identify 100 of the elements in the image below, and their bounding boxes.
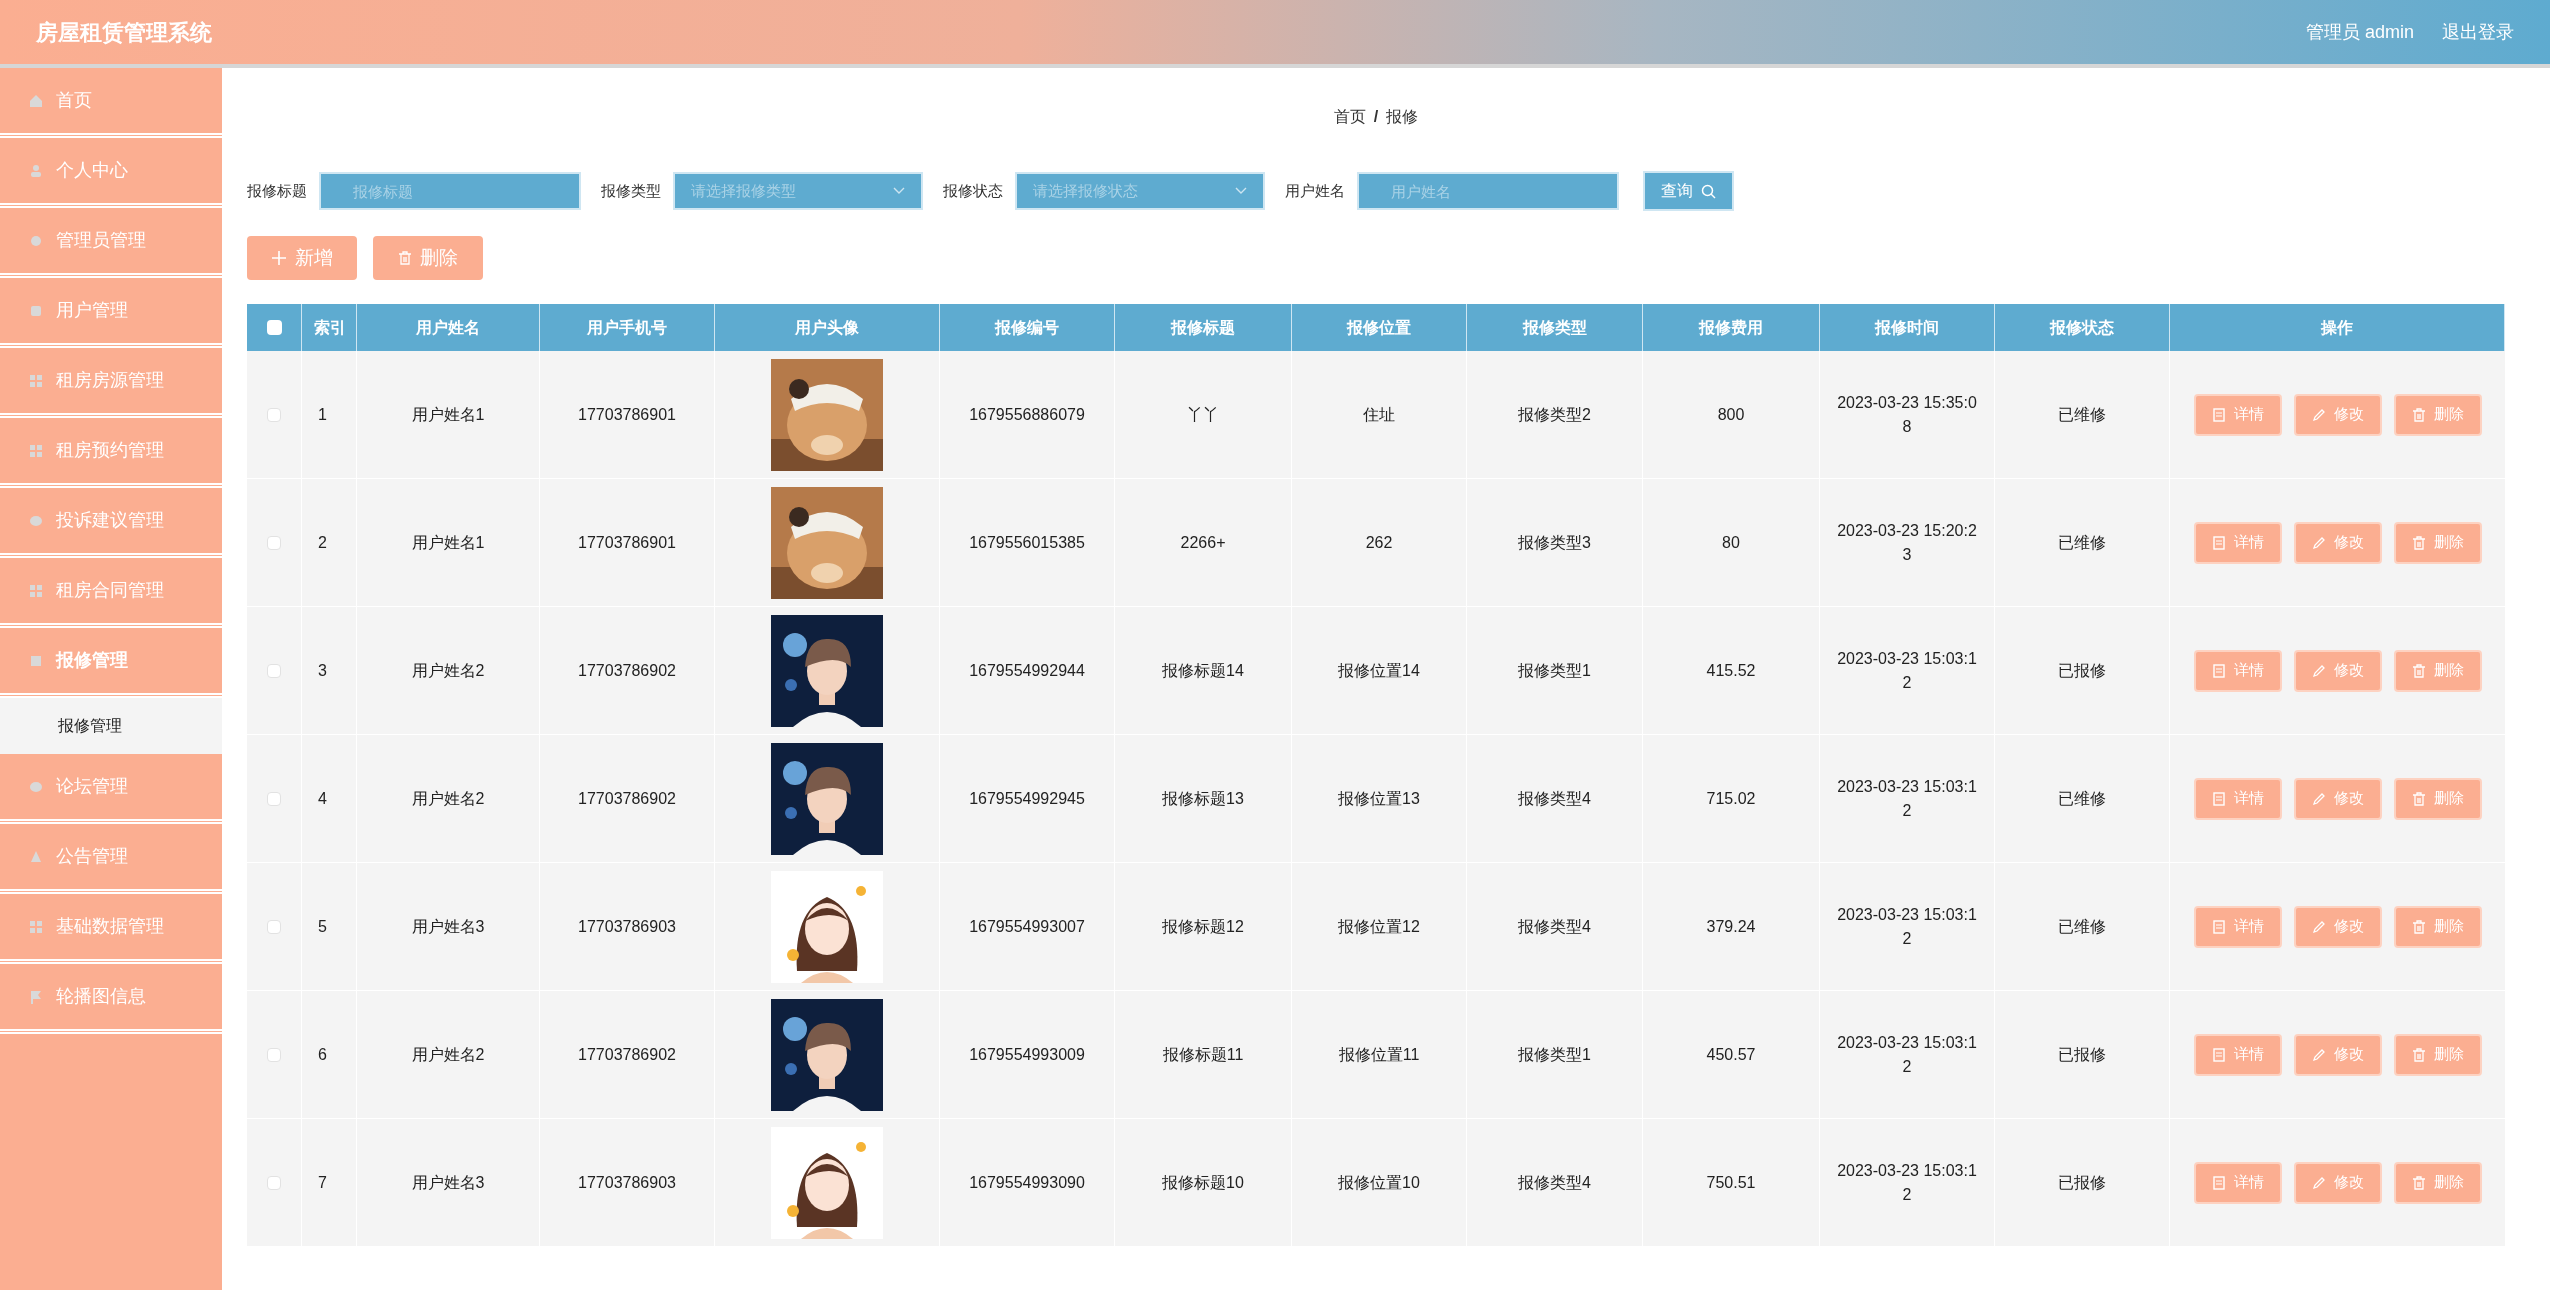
pencil-icon: [2311, 663, 2326, 678]
grid-icon: [28, 582, 44, 599]
sidebar-label: 租房房源管理: [56, 369, 164, 392]
logout-link[interactable]: 退出登录: [2442, 18, 2514, 46]
delete-button[interactable]: 删除: [2393, 777, 2482, 820]
sidebar-label: 个人中心: [56, 159, 128, 182]
select-all-checkbox[interactable]: [266, 320, 282, 335]
chevron-down-icon: [893, 187, 905, 195]
table-cell-text: 已维修: [2058, 916, 2106, 937]
column-header: 报修状态: [2050, 317, 2114, 338]
field-label: 报修标题: [247, 180, 307, 201]
details-button[interactable]: 详情: [2193, 777, 2282, 820]
select-field[interactable]: 请选择报修状态: [1015, 172, 1265, 210]
sidebar-label: 租房预约管理: [56, 439, 164, 462]
row-checkbox[interactable]: [267, 535, 281, 550]
delete-button[interactable]: 删除: [2393, 1033, 2482, 1076]
table-cell-text: 2023-03-23 15:03:12: [1837, 776, 1977, 821]
add-button[interactable]: 新增: [247, 236, 357, 280]
edit-button[interactable]: 修改: [2293, 777, 2382, 820]
details-button[interactable]: 详情: [2193, 393, 2282, 436]
field-label: 报修状态: [943, 180, 1003, 201]
input-field[interactable]: 报修标题: [319, 172, 581, 210]
table-cell-text: 用户姓名1: [411, 532, 485, 553]
delete-button[interactable]: 删除: [2393, 393, 2482, 436]
flag-icon: [28, 988, 44, 1005]
column-header: 报修编号: [995, 317, 1059, 338]
trash-icon: [2411, 535, 2426, 550]
table-cell-text: 报修位置13: [1338, 788, 1420, 809]
table-cell-text: 2266+: [1180, 532, 1226, 553]
table-cell-text: 2023-03-23 15:03:12: [1837, 648, 1977, 693]
table-cell-text: 丫丫: [1187, 404, 1219, 425]
edit-button[interactable]: 修改: [2293, 1033, 2382, 1076]
pencil-icon: [2311, 919, 2326, 934]
document-icon: [2211, 1047, 2226, 1062]
table-cell-text: 已维修: [2058, 788, 2106, 809]
details-button[interactable]: 详情: [2193, 1161, 2282, 1204]
input-field[interactable]: 用户姓名: [1357, 172, 1619, 210]
delete-button[interactable]: 删除: [2393, 1161, 2482, 1204]
table-cell-text: 6: [318, 1044, 327, 1065]
pencil-icon: [2311, 791, 2326, 806]
details-button[interactable]: 详情: [2193, 521, 2282, 564]
table-cell-text: 17703786901: [578, 532, 676, 553]
table-cell-text: 报修位置14: [1338, 660, 1420, 681]
delete-button[interactable]: 删除: [2393, 521, 2482, 564]
details-button[interactable]: 详情: [2193, 1033, 2282, 1076]
row-checkbox[interactable]: [267, 791, 281, 806]
table-cell-text: 报修类型4: [1518, 788, 1591, 809]
table-cell-text: 800: [1717, 404, 1745, 425]
column-header: 报修类型: [1522, 317, 1587, 338]
edit-button[interactable]: 修改: [2293, 1161, 2382, 1204]
user-label: 管理员 admin: [2305, 20, 2414, 44]
table-cell-text: 报修位置10: [1338, 1172, 1420, 1193]
sidebar-label: 基础数据管理: [56, 915, 164, 938]
edit-button[interactable]: 修改: [2293, 393, 2382, 436]
table-cell-text: 报修类型4: [1518, 916, 1591, 937]
details-button[interactable]: 详情: [2193, 905, 2282, 948]
table-cell-text: 报修类型1: [1518, 660, 1591, 681]
field-label: 报修类型: [601, 180, 661, 201]
edit-button[interactable]: 修改: [2293, 649, 2382, 692]
row-checkbox[interactable]: [267, 919, 281, 934]
document-icon: [2211, 919, 2226, 934]
row-checkbox[interactable]: [267, 1175, 281, 1190]
trash-icon: [2411, 791, 2426, 806]
column-header: 报修标题: [1171, 317, 1235, 338]
breadcrumb-item[interactable]: 首页: [1333, 105, 1366, 129]
sidebar-label: 轮播图信息: [56, 985, 146, 1008]
pencil-icon: [2311, 535, 2326, 550]
table-cell-text: 17703786901: [578, 404, 676, 425]
search-button[interactable]: 查询: [1643, 171, 1734, 211]
table-cell-text: 3: [318, 660, 327, 681]
table-cell-text: 2023-03-23 15:35:08: [1837, 392, 1977, 437]
row-checkbox[interactable]: [267, 1047, 281, 1062]
document-icon: [2211, 663, 2226, 678]
table-cell-text: 17703786902: [578, 660, 676, 681]
table-cell-text: 已报修: [2058, 1172, 2106, 1193]
table-cell-text: 17703786903: [578, 1172, 676, 1193]
table-cell-text: 262: [1365, 532, 1393, 553]
delete-button[interactable]: 删除: [2393, 649, 2482, 692]
table-cell-text: 450.57: [1706, 1044, 1756, 1065]
row-checkbox[interactable]: [267, 663, 281, 678]
grid-icon: [28, 918, 44, 935]
details-button[interactable]: 详情: [2193, 649, 2282, 692]
select-field[interactable]: 请选择报修类型: [673, 172, 923, 210]
delete-button[interactable]: 删除: [2393, 905, 2482, 948]
table-cell-text: 报修标题11: [1162, 1044, 1244, 1065]
edit-button[interactable]: 修改: [2293, 521, 2382, 564]
trash-icon: [2411, 663, 2426, 678]
delete-button[interactable]: 删除: [373, 236, 483, 280]
table-cell-text: 1679554992945: [969, 788, 1085, 809]
sidebar-subitem[interactable]: 报修管理: [0, 698, 222, 754]
table-cell-text: 1679556015385: [969, 532, 1085, 553]
table-cell-text: 已维修: [2058, 532, 2106, 553]
column-header: 用户头像: [795, 317, 859, 338]
sidebar-label: 管理员管理: [56, 229, 146, 252]
table-cell-text: 用户姓名3: [411, 1172, 485, 1193]
table-cell-text: 报修类型1: [1518, 1044, 1591, 1065]
table-cell-text: 已报修: [2058, 660, 2106, 681]
table-cell-text: 1: [318, 404, 327, 425]
edit-button[interactable]: 修改: [2293, 905, 2382, 948]
row-checkbox[interactable]: [267, 407, 281, 422]
